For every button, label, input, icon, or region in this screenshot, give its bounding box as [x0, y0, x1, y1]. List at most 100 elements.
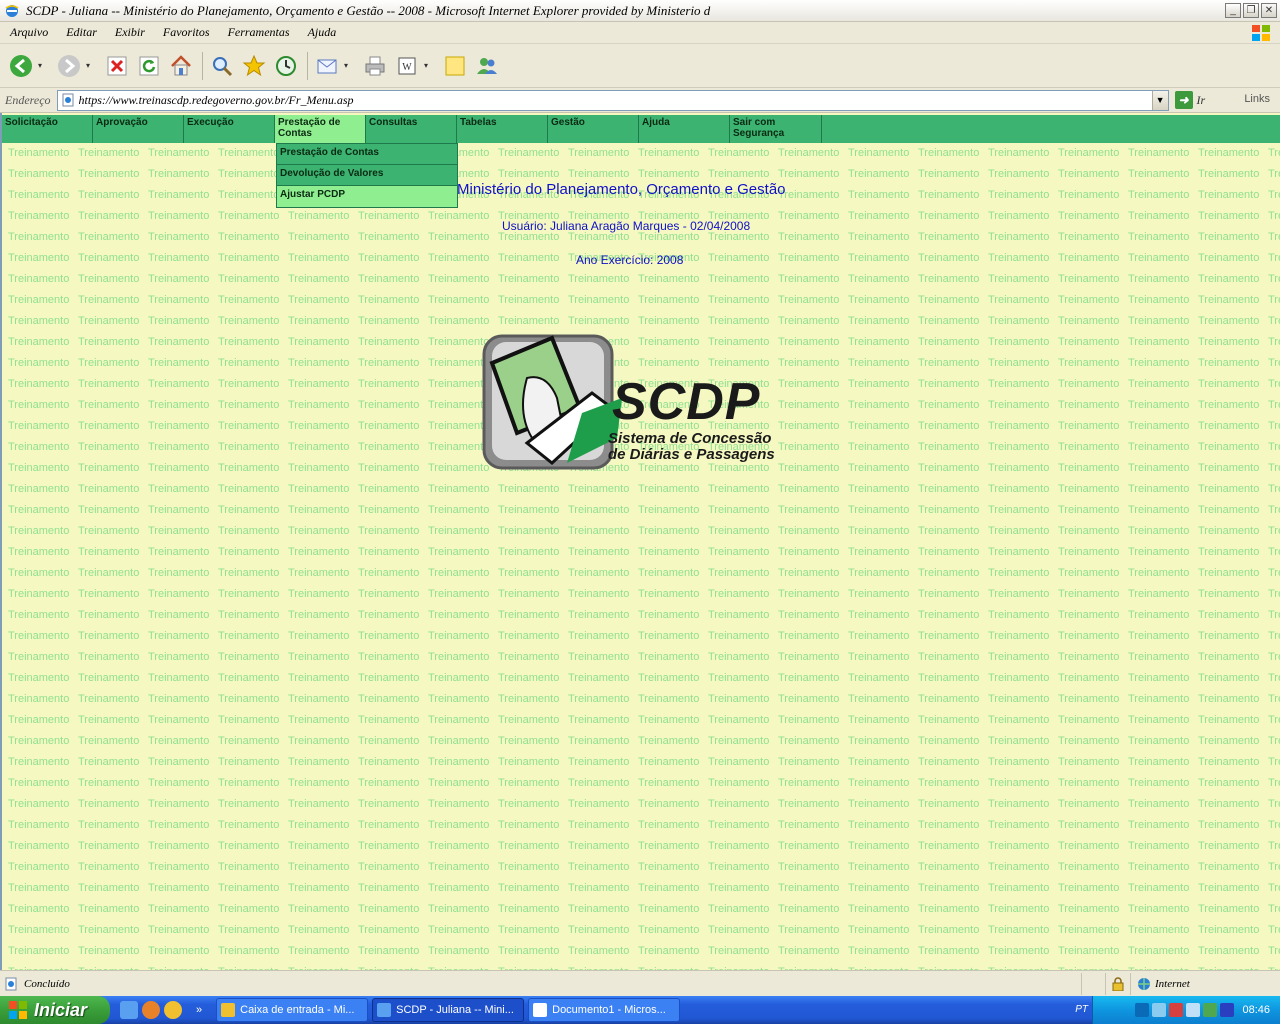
close-button[interactable]: ✕	[1261, 3, 1277, 18]
menu-exibir[interactable]: Exibir	[105, 25, 153, 40]
tray-volume-icon[interactable]	[1186, 1003, 1201, 1017]
watermark-text: Treinamento	[148, 756, 210, 768]
history-button[interactable]	[271, 51, 301, 81]
forward-dropdown[interactable]: ▾	[86, 61, 96, 70]
refresh-button[interactable]	[134, 51, 164, 81]
watermark-text: Treinamento	[428, 546, 490, 558]
tray-audio-icon[interactable]	[1220, 1003, 1235, 1017]
watermark-text: Treinamento	[848, 546, 910, 558]
favorites-button[interactable]	[239, 51, 269, 81]
stop-button[interactable]	[102, 51, 132, 81]
mail-button[interactable]	[312, 51, 342, 81]
watermark-text: Treinamento	[8, 399, 70, 411]
edit-button[interactable]: W	[392, 51, 422, 81]
watermark-text: Treinamento	[988, 378, 1050, 390]
watermark-text: Treinamento	[1268, 504, 1280, 516]
address-bar: Endereço ▼ ➜ Ir Links	[0, 88, 1280, 113]
watermark-text: Treinamento	[498, 147, 560, 159]
nav-gestao[interactable]: Gestão	[548, 115, 639, 143]
menu-arquivo[interactable]: Arquivo	[0, 25, 56, 40]
links-button[interactable]: Links	[1244, 93, 1270, 105]
task-word[interactable]: Documento1 - Micros...	[528, 998, 681, 1022]
media-player-quicklaunch-icon[interactable]	[164, 1001, 182, 1019]
menu-ferramentas[interactable]: Ferramentas	[218, 25, 298, 40]
ie-quicklaunch-icon[interactable]	[120, 1001, 138, 1019]
task-ie-scdp[interactable]: SCDP - Juliana -- Mini...	[372, 998, 525, 1022]
task-outlook[interactable]: Caixa de entrada - Mi...	[216, 998, 369, 1022]
watermark-text: Treinamento	[288, 546, 350, 558]
address-field[interactable]: ▼	[56, 89, 1169, 111]
watermark-text: Treinamento	[568, 798, 630, 810]
address-dropdown-button[interactable]: ▼	[1151, 90, 1168, 110]
watermark-text: Treinamento	[1198, 252, 1260, 264]
nav-consultas[interactable]: Consultas	[366, 115, 457, 143]
minimize-button[interactable]: _	[1225, 3, 1241, 18]
firefox-quicklaunch-icon[interactable]	[142, 1001, 160, 1019]
nav-tabelas[interactable]: Tabelas	[457, 115, 548, 143]
tray-arrow-icon[interactable]	[1135, 1003, 1150, 1017]
menu-editar[interactable]: Editar	[56, 25, 105, 40]
nav-solicitacao[interactable]: Solicitação	[2, 115, 93, 143]
watermark-text: Treinamento	[1198, 504, 1260, 516]
nav-ajuda[interactable]: Ajuda	[639, 115, 730, 143]
watermark-text: Treinamento	[638, 630, 700, 642]
mail-icon	[317, 59, 337, 73]
print-button[interactable]	[360, 51, 390, 81]
watermark-text: Treinamento	[428, 861, 490, 873]
watermark-text: Treinamento	[1128, 609, 1190, 621]
dropdown-item-ajustar-pcdp[interactable]: Ajustar PCDP	[277, 186, 457, 207]
nav-sair-com-seguranca[interactable]: Sair com Segurança	[730, 115, 822, 143]
quick-launch-more-icon[interactable]: »	[196, 1004, 202, 1016]
watermark-text: Treinamento	[848, 945, 910, 957]
mail-dropdown[interactable]: ▾	[344, 61, 354, 70]
tray-antivirus-icon[interactable]	[1169, 1003, 1184, 1017]
tray-network-icon[interactable]	[1152, 1003, 1167, 1017]
tray-messenger-icon[interactable]	[1203, 1003, 1218, 1017]
watermark-text: Treinamento	[78, 798, 140, 810]
edit-dropdown[interactable]: ▾	[424, 61, 434, 70]
search-button[interactable]	[207, 51, 237, 81]
messenger-button[interactable]	[472, 51, 502, 81]
watermark-text: Treinamento	[1128, 840, 1190, 852]
watermark-text: Treinamento	[1128, 441, 1190, 453]
watermark-text: Treinamento	[638, 567, 700, 579]
watermark-text: Treinamento	[638, 924, 700, 936]
forward-button[interactable]	[54, 51, 84, 81]
watermark-text: Treinamento	[218, 777, 280, 789]
watermark-text: Treinamento	[1128, 651, 1190, 663]
notes-button[interactable]	[440, 51, 470, 81]
watermark-text: Treinamento	[1268, 672, 1280, 684]
dropdown-item-prestacao-de-contas[interactable]: Prestação de Contas	[277, 144, 457, 165]
watermark-text: Treinamento	[78, 252, 140, 264]
start-button[interactable]: Iniciar	[0, 996, 110, 1024]
watermark-text: Treinamento	[1198, 882, 1260, 894]
watermark-text: Treinamento	[358, 420, 420, 432]
windows-flag-icon	[9, 1001, 27, 1019]
nav-aprovacao[interactable]: Aprovação	[93, 115, 184, 143]
go-button[interactable]: ➜ Ir	[1174, 91, 1205, 109]
watermark-text: Treinamento	[1128, 735, 1190, 747]
watermark-text: Treinamento	[1198, 168, 1260, 180]
watermark-text: Treinamento	[918, 651, 980, 663]
back-dropdown[interactable]: ▾	[38, 61, 48, 70]
menu-ajuda[interactable]: Ajuda	[298, 25, 345, 40]
fiscal-year: Ano Exercício: 2008	[576, 253, 684, 267]
watermark-text: Treinamento	[358, 945, 420, 957]
watermark-text: Treinamento	[358, 504, 420, 516]
watermark-text: Treinamento	[498, 252, 560, 264]
url-input[interactable]	[78, 92, 1152, 108]
menu-favoritos[interactable]: Favoritos	[153, 25, 218, 40]
restore-button[interactable]: ❐	[1243, 3, 1259, 18]
watermark-text: Treinamento	[358, 462, 420, 474]
watermark-text: Treinamento	[8, 756, 70, 768]
dropdown-item-devolucao-de-valores[interactable]: Devolução de Valores	[277, 165, 457, 186]
watermark-text: Treinamento	[1058, 231, 1120, 243]
nav-execucao[interactable]: Execução	[184, 115, 275, 143]
watermark-text: Treinamento	[1058, 315, 1120, 327]
back-button[interactable]	[6, 51, 36, 81]
watermark-text: Treinamento	[568, 714, 630, 726]
language-indicator[interactable]: PT	[1075, 1004, 1088, 1015]
security-lock[interactable]	[1105, 973, 1130, 995]
home-button[interactable]	[166, 51, 196, 81]
nav-prestacao-de-contas[interactable]: Prestação de Contas	[275, 115, 366, 143]
